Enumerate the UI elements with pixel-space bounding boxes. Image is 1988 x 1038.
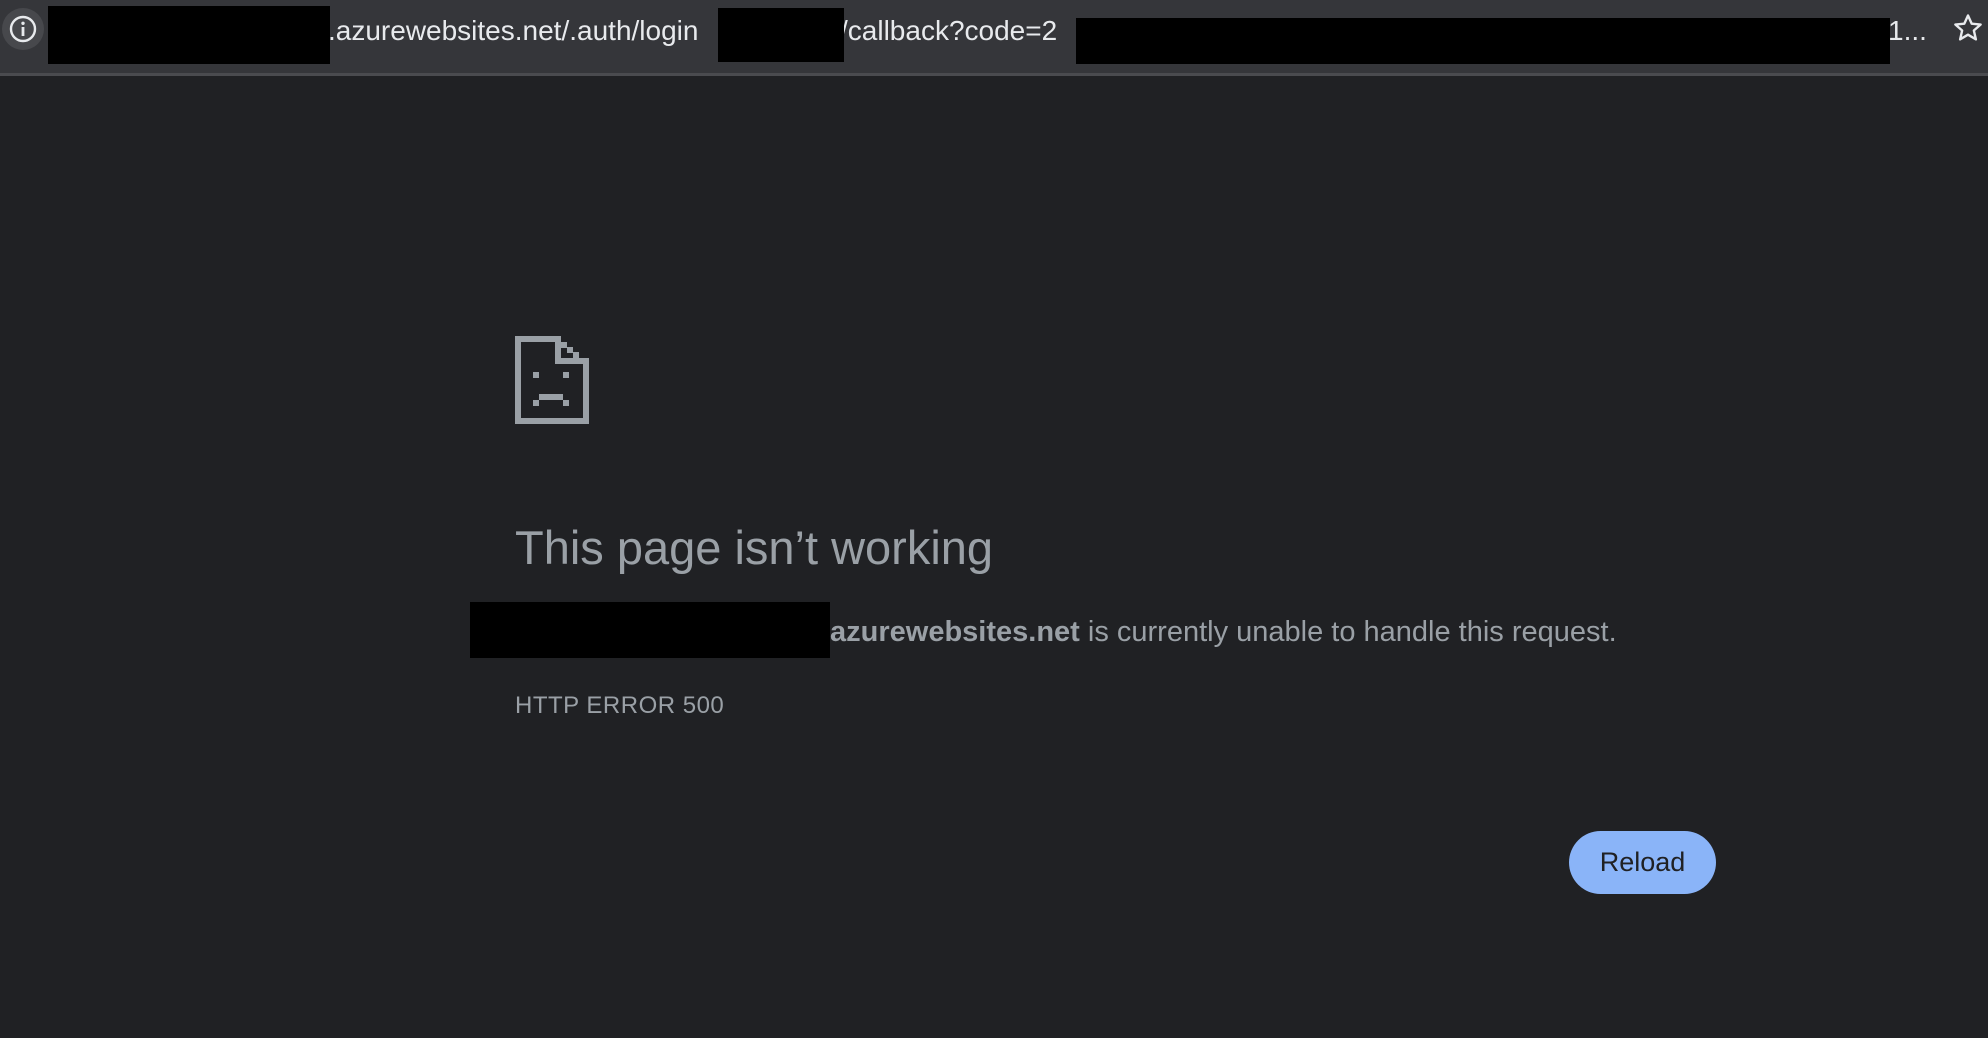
- error-headline: This page isn’t working: [515, 521, 994, 574]
- sad-page-icon: [515, 336, 589, 424]
- error-code: HTTP ERROR 500: [515, 692, 725, 719]
- url-tail-segment: 1...: [1888, 15, 1927, 46]
- redaction-block: [718, 8, 844, 62]
- star-outline-icon: [1952, 12, 1984, 49]
- url-domain-segment: .azurewebsites.net/.auth/login: [328, 15, 699, 46]
- error-message-text: is currently unable to handle this reque…: [1079, 616, 1617, 648]
- redaction-block: [1076, 18, 1890, 64]
- url-field[interactable]: .azurewebsites.net/.auth/login /callback…: [48, 0, 1928, 64]
- bookmark-button[interactable]: [1950, 12, 1986, 48]
- redaction-block: [470, 602, 830, 658]
- address-bar: .azurewebsites.net/.auth/login /callback…: [0, 0, 1988, 76]
- url-callback-segment: /callback?code=2: [840, 15, 1058, 46]
- site-info-button[interactable]: [2, 8, 44, 50]
- redaction-block: [48, 6, 330, 64]
- info-icon: [8, 14, 38, 44]
- reload-button[interactable]: Reload: [1569, 831, 1716, 894]
